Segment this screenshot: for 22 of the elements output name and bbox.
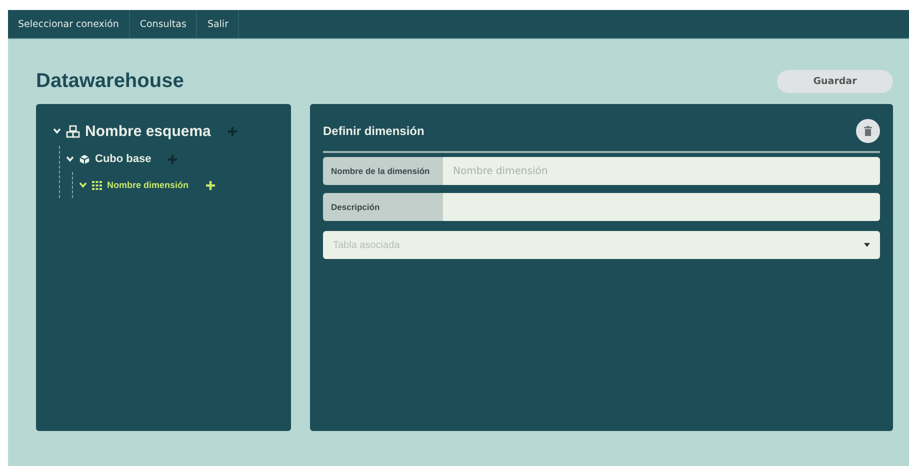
input-field[interactable]: Nombre dimensión [443, 157, 880, 185]
chevron-down-icon[interactable] [53, 128, 61, 134]
trash-icon [864, 126, 872, 136]
grid-icon [92, 180, 102, 190]
cube-icon [79, 154, 90, 164]
menu-item[interactable]: Consultas [130, 10, 198, 38]
input-field[interactable] [443, 193, 880, 221]
tree-item-label[interactable]: Cubo base [95, 153, 152, 165]
menu-item[interactable]: Salir [197, 10, 240, 38]
caret-icon [864, 243, 870, 247]
tree-item-label[interactable]: Nombre esquema [85, 122, 211, 140]
chevron-down-icon[interactable] [66, 156, 74, 162]
cubes-icon [66, 124, 80, 138]
form-title: Definir dimensión [323, 124, 424, 138]
field-label: Nombre de la dimensión [323, 157, 443, 185]
chevron-down-icon[interactable] [79, 182, 87, 188]
menu-item[interactable]: Seleccionar conexión [8, 10, 130, 38]
field-label: Descripción [323, 193, 443, 221]
page-title: Datawarehouse [36, 70, 184, 92]
tree-item-label[interactable]: Nombre dimensión [107, 180, 189, 190]
save-button[interactable]: Guardar [777, 70, 893, 92]
delete-button[interactable] [856, 119, 880, 143]
